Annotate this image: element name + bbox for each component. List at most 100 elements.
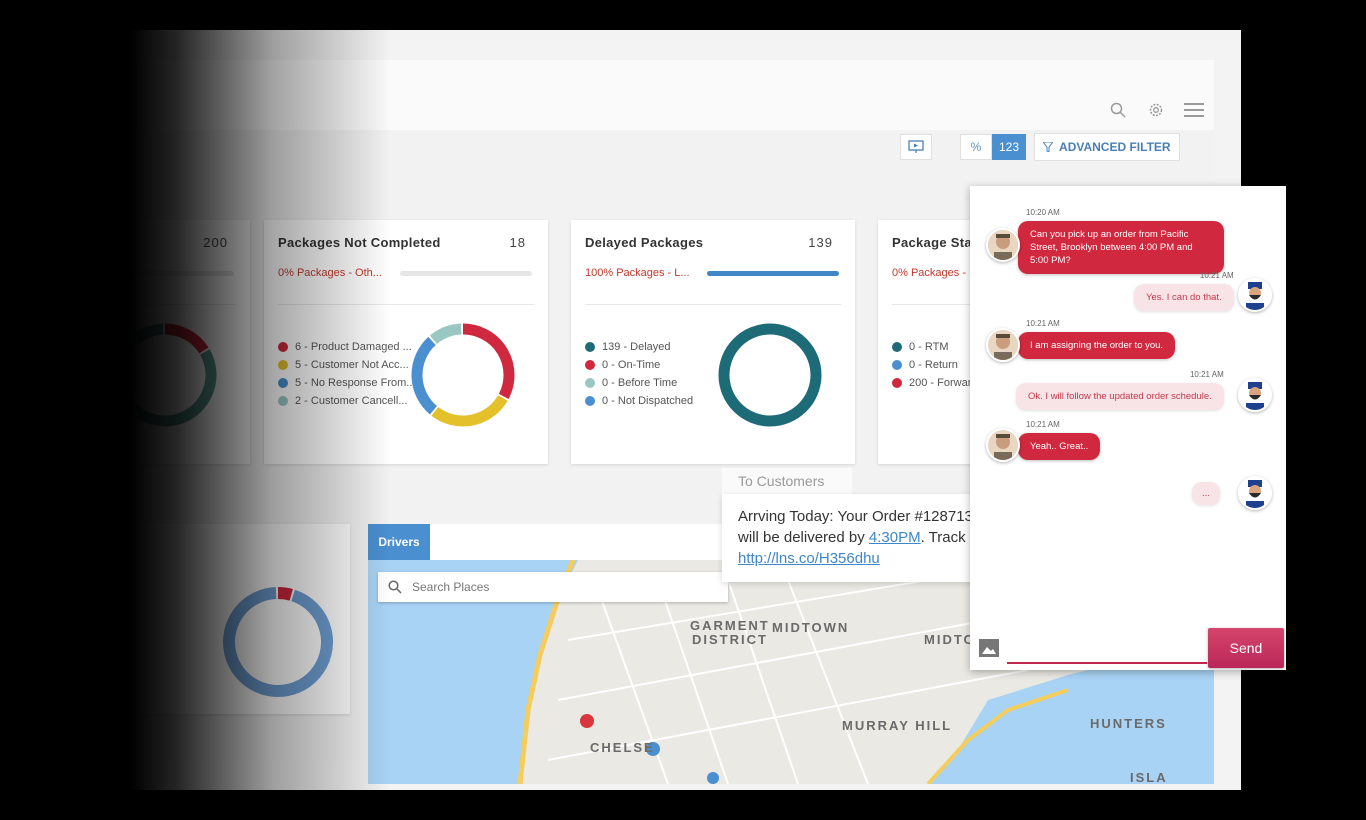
dispatcher-avatar xyxy=(986,328,1020,362)
presentation-button[interactable] xyxy=(900,134,932,160)
card-legend: 0 - RTM 0 - Return 200 - Forwar xyxy=(892,338,971,392)
card-progress-bar xyxy=(130,271,234,276)
chat-input-row: Send xyxy=(970,626,1286,670)
chat-message-input[interactable] xyxy=(1007,636,1207,664)
send-button[interactable]: Send xyxy=(1208,628,1284,668)
message-bubble: Yes. I can do that. xyxy=(1134,284,1234,311)
legend-fragment: ve xyxy=(130,636,131,654)
legend-dot xyxy=(892,378,902,388)
map-label: MIDTOWN xyxy=(772,620,850,635)
donut-segment[interactable] xyxy=(411,336,438,415)
filter-icon xyxy=(1043,142,1054,152)
summary-card-total[interactable]: 200 xyxy=(130,220,250,464)
map-label: MIDTO xyxy=(924,632,976,647)
legend-item[interactable]: 5 - No Response From... xyxy=(278,374,415,392)
card-count: 200 xyxy=(203,235,228,250)
legend-dot xyxy=(892,342,902,352)
dispatcher-avatar xyxy=(986,428,1020,462)
legend-fragment xyxy=(130,618,131,636)
percent-button[interactable]: % xyxy=(960,134,992,160)
search-icon xyxy=(388,580,402,594)
card-donut-chart xyxy=(718,323,822,427)
donut-segment[interactable] xyxy=(462,323,515,399)
message-bubble: Ok. I will follow the updated order sche… xyxy=(1016,383,1224,410)
tab-drivers[interactable]: Drivers xyxy=(368,524,430,560)
left-status-card[interactable]: able ve nt xyxy=(130,524,350,714)
legend-label: 0 - RTM xyxy=(909,341,949,353)
donut-segment[interactable] xyxy=(164,323,209,354)
summary-card-delayed[interactable]: Delayed Packages 139 100% Packages - L..… xyxy=(571,220,855,464)
driver-marker[interactable] xyxy=(707,772,719,784)
legend-item[interactable]: 0 - Return xyxy=(892,356,971,374)
tracking-link[interactable]: http://lns.co/H356dhu xyxy=(738,550,880,567)
advanced-filter-button[interactable]: ADVANCED FILTER xyxy=(1034,133,1180,161)
legend-dot xyxy=(892,360,902,370)
message-time: 10:21 AM xyxy=(1189,370,1224,379)
message-time: 10:21 AM xyxy=(1026,420,1060,429)
legend-label: 5 - Customer Not Acc... xyxy=(295,359,409,371)
menu-icon[interactable] xyxy=(1184,100,1204,120)
donut-segment[interactable] xyxy=(431,395,508,427)
legend-item[interactable]: 139 - Delayed xyxy=(585,338,693,356)
gear-icon[interactable] xyxy=(1146,100,1166,120)
numbers-button[interactable]: 123 xyxy=(992,134,1027,160)
donut-segment[interactable] xyxy=(277,587,293,601)
message-bubble: Can you pick up an order from Pacific St… xyxy=(1018,221,1224,274)
chat-message-outgoing: 10:21 AM Ok. I will follow the updated o… xyxy=(1016,370,1224,410)
map-label: MURRAY HILL xyxy=(842,718,953,733)
message-time: 10:20 AM xyxy=(1026,208,1060,217)
card-donut-chart xyxy=(130,323,217,427)
top-icons xyxy=(1108,100,1204,120)
legend-label: 139 - Delayed xyxy=(602,341,671,353)
legend-item[interactable]: 0 - Not Dispatched xyxy=(585,392,693,410)
search-icon[interactable] xyxy=(1108,100,1128,120)
legend-label: 2 - Customer Cancell... xyxy=(295,395,408,407)
driver-chat-panel: 10:20 AM Can you pick up an order from P… xyxy=(970,186,1286,670)
driver-marker[interactable] xyxy=(580,714,594,728)
legend-item[interactable]: 6 - Product Damaged ... xyxy=(278,338,415,356)
tab-to-customers[interactable]: To Customers xyxy=(722,468,852,494)
legend-item[interactable]: 0 - Before Time xyxy=(585,374,693,392)
driver-avatar xyxy=(1238,278,1272,312)
legend-label: 6 - Product Damaged ... xyxy=(295,341,412,353)
legend-item[interactable]: 5 - Customer Not Acc... xyxy=(278,356,415,374)
chat-message-incoming: 10:20 AM Can you pick up an order from P… xyxy=(1018,208,1224,274)
legend-item[interactable]: 0 - RTM xyxy=(892,338,971,356)
search-places-input[interactable]: Search Places xyxy=(378,572,728,602)
legend-fragment: nt xyxy=(130,654,131,672)
card-donut-chart xyxy=(411,323,515,427)
card-legend: 6 - Product Damaged ... 5 - Customer Not … xyxy=(278,338,415,410)
map-label: HUNTERS xyxy=(1090,716,1167,731)
presentation-icon xyxy=(908,140,924,153)
driver-avatar xyxy=(1238,476,1272,510)
message-time: 10:21 AM xyxy=(1199,271,1234,280)
legend-dot xyxy=(278,378,288,388)
search-placeholder: Search Places xyxy=(412,580,490,594)
driver-avatar xyxy=(1238,378,1272,412)
attach-image-icon[interactable] xyxy=(979,639,999,657)
chat-message-incoming: 10:21 AM Yeah.. Great.. xyxy=(1018,420,1101,460)
card-title: Packages Not Completed xyxy=(278,235,441,250)
legend-dot xyxy=(585,396,595,406)
card-count: 139 xyxy=(808,235,833,250)
card-title: Delayed Packages xyxy=(585,235,704,250)
legend-item[interactable]: 2 - Customer Cancell... xyxy=(278,392,415,410)
legend-dot xyxy=(278,342,288,352)
legend-dot xyxy=(585,342,595,352)
donut-segment[interactable] xyxy=(223,587,333,697)
donut-segment[interactable] xyxy=(718,323,822,427)
card-subtitle: 0% Packages - xyxy=(892,267,966,279)
legend-dot xyxy=(585,378,595,388)
card-subtitle: 100% Packages - L... xyxy=(585,267,690,279)
legend-item[interactable]: 200 - Forwar xyxy=(892,374,971,392)
donut-segment[interactable] xyxy=(429,323,462,345)
card-progress-bar xyxy=(400,271,532,276)
card-title: Package Stat xyxy=(892,235,977,250)
card-progress-fill xyxy=(707,271,839,276)
delivery-time-link[interactable]: 4:30PM xyxy=(869,529,921,546)
legend-label: 5 - No Response From... xyxy=(295,377,416,389)
summary-card-not-completed[interactable]: Packages Not Completed 18 0% Packages - … xyxy=(264,220,548,464)
legend-item[interactable]: 0 - On-Time xyxy=(585,356,693,374)
card-count: 18 xyxy=(509,235,526,250)
advanced-filter-label: ADVANCED FILTER xyxy=(1059,140,1171,154)
